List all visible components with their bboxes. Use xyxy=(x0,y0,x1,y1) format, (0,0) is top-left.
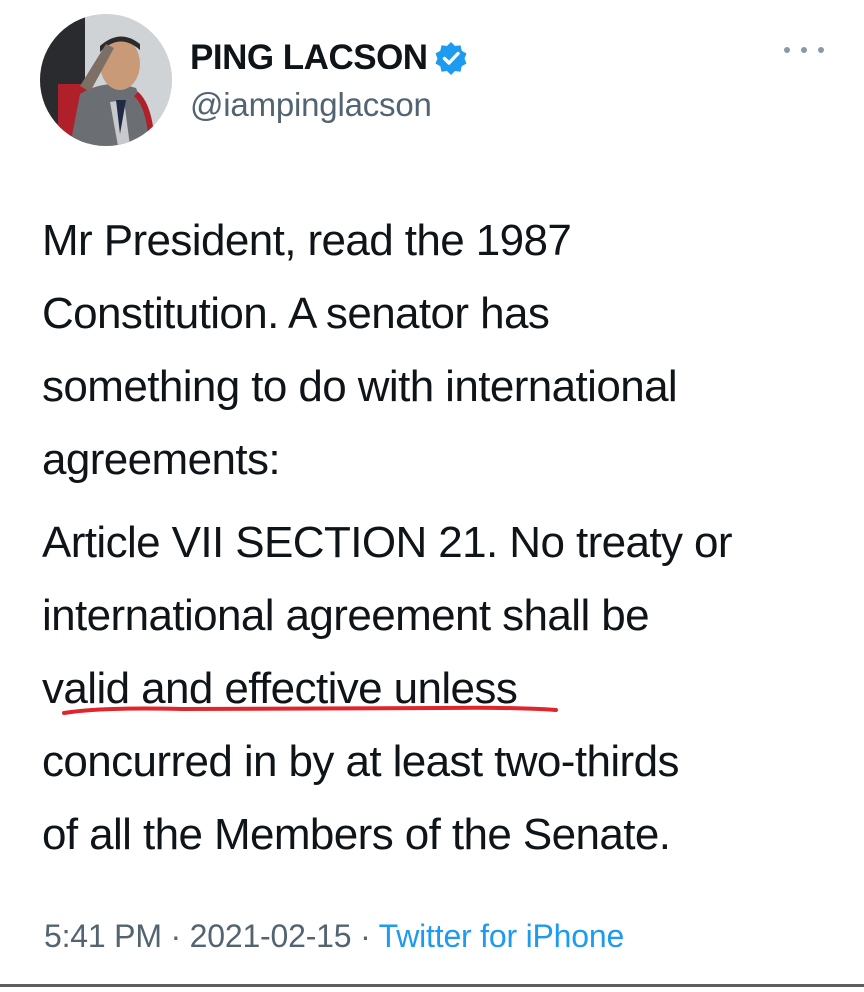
tweet-text: Mr President, read the 1987 Constitution… xyxy=(42,204,842,871)
avatar[interactable] xyxy=(40,14,172,146)
meta-separator: · xyxy=(170,918,181,954)
display-name[interactable]: PING LACSON xyxy=(190,38,428,78)
red-underline-annotation xyxy=(62,705,558,715)
tweet-line: agreements: xyxy=(42,435,281,484)
tweet-meta: 5:41 PM · 2021-02-15 · Twitter for iPhon… xyxy=(44,918,624,955)
more-options-icon[interactable] xyxy=(784,40,824,60)
tweet-line: Mr President, read the 1987 xyxy=(42,216,572,265)
tweet-paragraph-2: Article VII SECTION 21. No treaty or int… xyxy=(42,506,842,871)
tweet-line: Article VII SECTION 21. No treaty or xyxy=(42,518,733,567)
tweet-date[interactable]: 2021-02-15 xyxy=(190,918,352,954)
more-dot xyxy=(818,47,824,53)
verified-badge-icon xyxy=(434,41,468,75)
author-handle[interactable]: @iampinglacson xyxy=(190,86,432,124)
meta-separator: · xyxy=(360,918,371,954)
profile-photo-icon xyxy=(40,14,172,146)
tweet-line: of all the Members of the Senate. xyxy=(42,810,671,859)
tweet-line: concurred in by at least two-thirds xyxy=(42,737,679,786)
more-dot xyxy=(801,47,807,53)
tweet-line: international agreement shall be xyxy=(42,591,650,640)
tweet-time[interactable]: 5:41 PM xyxy=(44,918,162,954)
tweet: PING LACSON @iampinglacson Mr President,… xyxy=(0,0,864,992)
divider xyxy=(0,984,864,987)
author-name-row[interactable]: PING LACSON xyxy=(190,38,468,78)
tweet-paragraph-1: Mr President, read the 1987 Constitution… xyxy=(42,204,842,496)
more-dot xyxy=(784,47,790,53)
tweet-line: something to do with international xyxy=(42,362,678,411)
tweet-line: Constitution. A senator has xyxy=(42,289,550,338)
tweet-source-link[interactable]: Twitter for iPhone xyxy=(379,918,625,954)
